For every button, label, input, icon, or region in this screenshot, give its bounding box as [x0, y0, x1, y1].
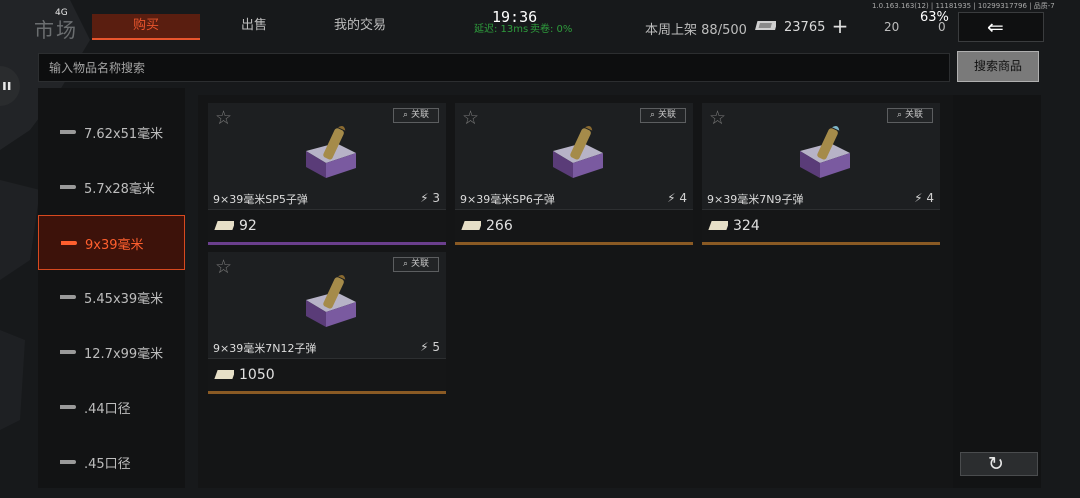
category-item[interactable]: 5.45x39毫米 — [38, 270, 185, 325]
item-price: 1050 — [239, 367, 275, 383]
resource-count-2: 0 — [938, 20, 946, 34]
item-name: 9×39毫米7N9子弹 — [707, 193, 804, 206]
related-button[interactable]: ⌕ 关联 — [640, 108, 686, 123]
price-row: 266 — [455, 210, 693, 242]
ammo-box-icon — [306, 125, 356, 178]
category-label: .44口径 — [84, 402, 131, 417]
back-button[interactable]: ⇐ — [958, 12, 1044, 42]
related-button[interactable]: ⌕ 关联 — [393, 257, 439, 272]
favorite-star-icon[interactable]: ☆ — [709, 107, 726, 129]
item-weight: ⚡ 3 — [420, 191, 440, 205]
bullet-icon — [60, 350, 76, 354]
item-weight: ⚡ 5 — [420, 340, 440, 354]
category-item-selected[interactable]: 9x39毫米 — [38, 215, 185, 270]
item-name: 9×39毫米SP5子弹 — [213, 193, 308, 206]
bullet-icon — [60, 460, 76, 464]
tab-my-trades[interactable]: 我的交易 — [305, 14, 415, 38]
item-name: 9×39毫米SP6子弹 — [460, 193, 555, 206]
item-card[interactable]: ☆ ⌕ 关联 9×39毫米SP5子弹 ⚡ 3 92 — [208, 103, 446, 245]
money-icon — [214, 221, 234, 230]
weekly-listing: 本周上架 88/500 — [645, 19, 747, 38]
item-weight: ⚡ 4 — [914, 191, 934, 205]
money-icon — [708, 221, 728, 230]
item-card[interactable]: ☆ ⌕ 关联 9×39毫米7N9子弹 ⚡ 4 324 — [702, 103, 940, 245]
item-price: 92 — [239, 218, 257, 234]
weight-icon: ⚡ — [420, 340, 429, 354]
rarity-bar — [208, 391, 446, 394]
refresh-icon: ↻ — [988, 453, 1004, 475]
ammo-box-icon — [306, 274, 356, 327]
back-arrow-icon: ⇐ — [987, 15, 1004, 39]
rarity-bar — [702, 242, 940, 245]
item-price: 266 — [486, 218, 513, 234]
category-item[interactable]: 12.7x99毫米 — [38, 325, 185, 380]
weight-icon: ⚡ — [914, 191, 923, 205]
category-label: 9x39毫米 — [85, 238, 144, 253]
handle-icon: ıı — [2, 78, 12, 94]
ammo-box-icon — [553, 125, 603, 178]
right-panel — [953, 95, 1041, 488]
category-label: .45口径 — [84, 457, 131, 472]
price-row: 92 — [208, 210, 446, 242]
latency-text: 延迟: 13ms — [474, 24, 529, 35]
tab-sell[interactable]: 出售 — [200, 14, 308, 38]
category-item[interactable]: 7.62x51毫米 — [38, 105, 185, 160]
money-icon — [214, 370, 234, 379]
ammo-box-icon — [800, 125, 850, 178]
tab-buy[interactable]: 购买 — [92, 14, 200, 40]
build-info: 1.0.163.163(12) | 11181935 | 10299317796… — [872, 2, 1055, 10]
category-label: 7.62x51毫米 — [84, 127, 164, 142]
add-money-button[interactable]: + — [829, 16, 851, 38]
weekly-count: 88/500 — [701, 23, 747, 38]
bullet-icon — [60, 185, 76, 189]
price-row: 1050 — [208, 359, 446, 391]
rarity-bar — [455, 242, 693, 245]
sell-rate-text: 卖卷: 0% — [530, 24, 573, 35]
related-button[interactable]: ⌕ 关联 — [393, 108, 439, 123]
item-card[interactable]: ☆ ⌕ 关联 9×39毫米7N12子弹 ⚡ 5 1050 — [208, 252, 446, 394]
category-label: 5.45x39毫米 — [84, 292, 164, 307]
bullet-icon — [60, 130, 76, 134]
price-row: 324 — [702, 210, 940, 242]
bullet-icon — [60, 295, 76, 299]
category-label: 5.7x28毫米 — [84, 182, 155, 197]
refresh-button[interactable]: ↻ — [960, 452, 1038, 476]
favorite-star-icon[interactable]: ☆ — [462, 107, 479, 129]
bullet-icon — [60, 405, 76, 409]
item-name: 9×39毫米7N12子弹 — [213, 342, 317, 355]
item-card[interactable]: ☆ ⌕ 关联 9×39毫米SP6子弹 ⚡ 4 266 — [455, 103, 693, 245]
weight-icon: ⚡ — [667, 191, 676, 205]
item-weight: ⚡ 4 — [667, 191, 687, 205]
favorite-star-icon[interactable]: ☆ — [215, 107, 232, 129]
money-balance: 23765 — [784, 20, 826, 35]
category-label: 12.7x99毫米 — [84, 347, 164, 362]
weight-icon: ⚡ — [420, 191, 429, 205]
rarity-bar — [208, 242, 446, 245]
related-button[interactable]: ⌕ 关联 — [887, 108, 933, 123]
category-item[interactable]: 5.7x28毫米 — [38, 160, 185, 215]
item-price: 324 — [733, 218, 760, 234]
bullet-icon — [61, 241, 77, 245]
weekly-label: 本周上架 — [645, 23, 698, 38]
money-icon — [755, 21, 776, 30]
resource-count-1: 20 — [884, 20, 900, 34]
search-input[interactable] — [38, 53, 950, 82]
category-item[interactable]: .44口径 — [38, 380, 185, 435]
favorite-star-icon[interactable]: ☆ — [215, 256, 232, 278]
category-list: 7.62x51毫米 5.7x28毫米 9x39毫米 5.45x39毫米 12.7… — [38, 88, 185, 488]
market-logo: 市场 — [34, 18, 78, 42]
search-button[interactable]: 搜索商品 — [957, 51, 1039, 82]
money-icon — [461, 221, 481, 230]
category-item[interactable]: .45口径 — [38, 435, 185, 490]
